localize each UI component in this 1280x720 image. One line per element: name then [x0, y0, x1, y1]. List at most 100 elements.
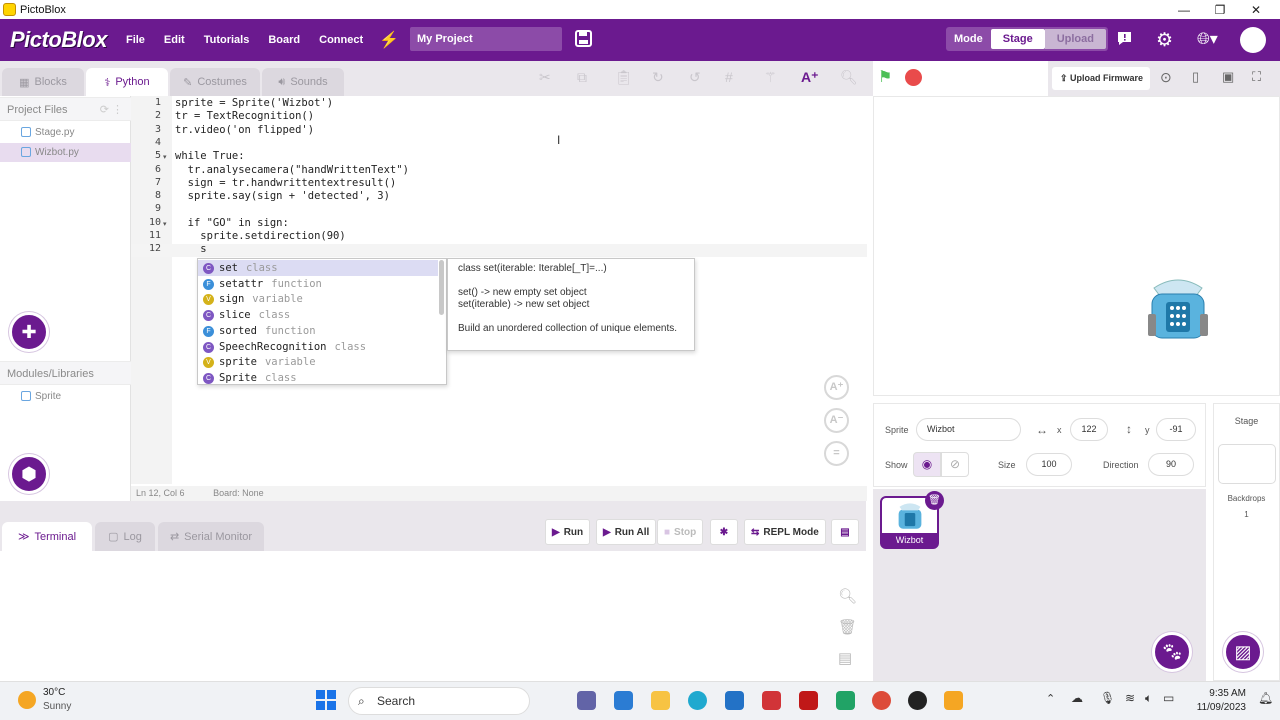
clock-time[interactable]: 9:35 AM [1200, 688, 1246, 699]
add-backdrop-button[interactable]: ▨ [1223, 632, 1263, 672]
run-all-button[interactable]: ▶ Run All [596, 519, 657, 545]
text-size-icon[interactable]: A⁺ [801, 69, 819, 86]
windows-start-icon[interactable] [316, 690, 336, 713]
search-icon[interactable]: 🔍︎ [838, 587, 857, 605]
terminal-output[interactable] [0, 551, 866, 681]
autocomplete-item[interactable]: Vsign variable [198, 291, 438, 307]
cut-icon[interactable]: ✂ [539, 69, 551, 86]
upload-firmware-button[interactable]: ⇪ Upload Firmware [1052, 67, 1150, 90]
code-line[interactable]: sprite = Sprite('Wizbot') [175, 97, 333, 109]
battery-icon[interactable]: ▭ [1163, 691, 1174, 705]
code-line[interactable]: if "GO" in sign: [175, 217, 289, 229]
file-item[interactable]: Stage.py [0, 123, 131, 142]
terminal-layout-button[interactable]: ▤ [831, 519, 859, 545]
tab-blocks[interactable]: ▦ Blocks [2, 68, 84, 96]
tab-log[interactable]: ▢ Log [95, 522, 155, 551]
tab-terminal[interactable]: ≫ Terminal [2, 522, 92, 551]
comment-icon[interactable]: # [725, 69, 733, 85]
debug-button[interactable]: ✱ [710, 519, 738, 545]
camera-icon[interactable]: ⊙ [1160, 69, 1172, 86]
sprite-name-input[interactable]: Wizbot [916, 418, 1021, 441]
stop-sign-icon[interactable] [905, 69, 922, 86]
connect-plug-icon[interactable]: ⚡ [379, 30, 399, 50]
add-python-extension-button[interactable]: ✚ [9, 312, 49, 352]
x-input[interactable]: 122 [1070, 418, 1108, 441]
tab-costumes[interactable]: ✎ Costumes [170, 68, 260, 96]
code-line[interactable]: tr = TextRecognition() [175, 110, 314, 122]
app-icon[interactable] [836, 691, 855, 710]
teams-icon[interactable] [577, 691, 596, 710]
app-icon[interactable] [762, 691, 781, 710]
settings-gear-icon[interactable]: ⚙ [1156, 29, 1173, 52]
menu-tutorials[interactable]: Tutorials [204, 34, 250, 46]
paste-icon[interactable]: 📋︎ [615, 69, 633, 86]
pictoblox-taskbar-icon[interactable] [944, 691, 963, 710]
redo-icon[interactable]: ↻ [652, 69, 664, 86]
file-explorer-icon[interactable] [651, 691, 670, 710]
menu-connect[interactable]: Connect [319, 34, 363, 46]
zoom-out-icon[interactable]: A⁻ [824, 408, 849, 433]
autocomplete-item[interactable]: Fsorted function [198, 323, 438, 339]
code-line[interactable]: tr.video('on flipped') [175, 124, 314, 136]
direction-input[interactable]: 90 [1148, 453, 1194, 476]
find-icon[interactable]: 🔍︎ [840, 69, 858, 86]
autocomplete-scrollbar[interactable] [439, 260, 444, 315]
code-line[interactable]: sign = tr.handwrittentextresult() [175, 177, 397, 189]
zoom-in-icon[interactable]: A⁺ [824, 375, 849, 400]
green-flag-icon[interactable]: ⚑ [878, 67, 892, 87]
code-line[interactable]: while True: [175, 150, 245, 162]
weather-temp[interactable]: 30°C [43, 687, 65, 698]
autocomplete-item[interactable]: Cset class [198, 260, 438, 276]
delete-sprite-icon[interactable]: 🗑︎ [925, 491, 944, 510]
hide-icon[interactable]: ⊘ [941, 452, 969, 477]
weather-desc[interactable]: Sunny [43, 701, 71, 712]
undo-icon[interactable]: ↺ [689, 69, 701, 86]
maximize-button[interactable]: ❐ [1202, 0, 1238, 19]
store-icon[interactable] [725, 691, 744, 710]
chrome-icon[interactable] [872, 691, 891, 710]
autocomplete-item[interactable]: Cslice class [198, 307, 438, 323]
menu-file[interactable]: File [126, 34, 145, 46]
stage-thumbnail[interactable] [1218, 444, 1276, 484]
tab-sounds[interactable]: 🔊︎ Sounds [262, 68, 344, 96]
menu-board[interactable]: Board [268, 34, 300, 46]
language-globe-icon[interactable]: 🌐︎▾ [1197, 29, 1218, 49]
wizbot-sprite[interactable] [1146, 276, 1210, 342]
autocomplete-item[interactable]: C Sprite class [198, 370, 438, 384]
wifi-icon[interactable]: ≋ [1125, 691, 1135, 705]
mode-stage-button[interactable]: Stage [990, 29, 1045, 49]
add-extension-button[interactable]: ⬢ [9, 454, 49, 494]
file-item[interactable]: Wizbot.py [0, 143, 131, 162]
repl-mode-button[interactable]: ⇆ REPL Mode [744, 519, 826, 545]
module-item[interactable]: Sprite [0, 387, 131, 406]
code-line[interactable]: s [175, 243, 206, 255]
avatar[interactable] [1240, 27, 1266, 53]
fold-toggle-icon[interactable]: ▾ [163, 220, 167, 228]
app-icon[interactable] [908, 691, 927, 710]
magic-wand-icon[interactable]: ⚚ [764, 69, 777, 86]
mode-upload-button[interactable]: Upload [1044, 29, 1106, 49]
refresh-icon[interactable]: ⟳ ⋮ [100, 98, 123, 122]
tab-python[interactable]: ⚕ Python [86, 68, 168, 96]
small-stage-icon[interactable]: ▯ [1192, 69, 1199, 85]
trash-icon[interactable]: 🗑︎ [838, 618, 857, 636]
stop-button[interactable]: ■ Stop [657, 519, 704, 545]
stage-canvas[interactable] [873, 96, 1280, 396]
tray-chevron-icon[interactable]: ⌃ [1046, 692, 1055, 705]
large-stage-icon[interactable]: ▣ [1222, 69, 1234, 85]
weather-sun-icon[interactable] [18, 691, 36, 709]
reset-zoom-icon[interactable]: = [824, 441, 849, 466]
autocomplete-item[interactable]: C SpeechRecognition class [198, 339, 438, 355]
clock-date[interactable]: 11/09/2023 [1188, 702, 1246, 713]
cloud-icon[interactable]: ☁︎ [1071, 691, 1083, 705]
code-line[interactable]: sprite.setdirection(90) [175, 230, 345, 242]
show-visible-icon[interactable]: ◉ [913, 452, 941, 477]
save-icon[interactable] [575, 30, 592, 52]
run-button[interactable]: ▶ Run [545, 519, 591, 545]
feedback-icon[interactable] [1116, 30, 1133, 50]
add-sprite-button[interactable]: 🐾︎ [1152, 632, 1192, 672]
autocomplete-item[interactable]: Fsetattr function [198, 276, 438, 292]
autocomplete-item[interactable]: Vsprite variable [198, 354, 438, 370]
fullscreen-icon[interactable]: ⛶ [1252, 69, 1261, 85]
menu-edit[interactable]: Edit [164, 34, 185, 46]
